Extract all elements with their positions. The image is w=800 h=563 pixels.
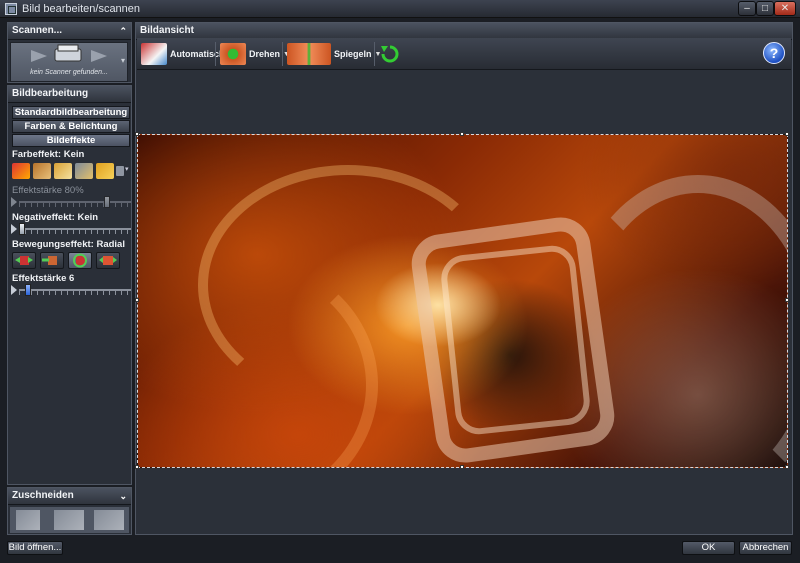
motion-linear-icon	[42, 256, 57, 265]
crop-panel-title: Zuschneiden	[12, 490, 74, 501]
negative-effect-slider[interactable]	[11, 223, 133, 235]
undo-icon	[381, 45, 399, 63]
motion-effect-label: Bewegungseffekt: Radial	[12, 239, 125, 250]
effect-gold-icon[interactable]	[96, 163, 114, 179]
tab-effects[interactable]: Bildeffekte	[12, 134, 130, 147]
crop-tool-2-icon[interactable]	[54, 510, 84, 530]
maximize-button[interactable]: □	[756, 1, 774, 16]
crop-tool-1-icon[interactable]	[16, 510, 40, 530]
effect-cool-icon[interactable]	[75, 163, 93, 179]
mirror-button[interactable]: Spiegeln ▼	[287, 41, 381, 67]
negative-effect-thumb[interactable]	[19, 223, 25, 235]
motion-strength-slider[interactable]	[11, 284, 133, 296]
motion-zoom-icon	[99, 256, 117, 265]
crop-handle-tl[interactable]	[135, 132, 139, 136]
image-swirl-outer	[568, 175, 787, 467]
rotate-button-label: Drehen	[249, 49, 281, 59]
crop-panel: Zuschneiden ⌄	[7, 487, 132, 535]
cancel-button[interactable]: Abbrechen	[739, 541, 792, 555]
motion-zoom-button[interactable]	[96, 252, 120, 269]
effect-sepia-icon[interactable]	[33, 163, 51, 179]
brush-icon[interactable]	[116, 166, 124, 176]
edit-panel: Bildbearbeitung Standardbildbearbeitung …	[7, 85, 132, 485]
auto-enhance-icon	[141, 43, 167, 65]
rotate-button[interactable]: Drehen▼	[220, 41, 290, 67]
mirror-button-label: Spiegeln	[334, 49, 372, 59]
scanner-button[interactable]: kein Scanner gefunden...	[10, 42, 128, 82]
effect-dropdown-icon[interactable]: ▾	[125, 165, 129, 173]
collapse-icon: ⌃	[119, 26, 127, 36]
crop-handle-b[interactable]	[460, 465, 464, 469]
negative-effect-label: Negativeffekt: Kein	[12, 212, 99, 223]
scanner-icon	[31, 44, 107, 62]
mirror-icon	[287, 43, 331, 65]
effect-warm-icon[interactable]	[54, 163, 72, 179]
close-button[interactable]: ✕	[774, 1, 796, 16]
scanner-status: kein Scanner gefunden...	[30, 69, 108, 76]
scan-panel-title: Scannen...	[12, 25, 63, 36]
crop-handle-r[interactable]	[785, 298, 789, 302]
effect-strength-slider[interactable]	[11, 196, 133, 208]
motion-strength-label: Effektstärke 6	[12, 273, 75, 284]
motion-none-button[interactable]	[12, 252, 36, 269]
minimize-button[interactable]: –	[738, 1, 756, 16]
expand-icon: ⌄	[119, 491, 127, 501]
motion-linear-button[interactable]	[40, 252, 64, 269]
crop-handle-t[interactable]	[460, 132, 464, 136]
scanner-dropdown-icon[interactable]: ▾	[121, 56, 125, 65]
ok-button[interactable]: OK	[682, 541, 735, 555]
crop-handle-tr[interactable]	[785, 132, 789, 136]
motion-none-icon	[15, 256, 33, 265]
tab-standard[interactable]: Standardbildbearbeitung	[12, 106, 130, 119]
motion-strength-thumb[interactable]	[25, 284, 31, 296]
crop-handle-bl[interactable]	[135, 465, 139, 469]
motion-radial-icon	[73, 253, 87, 268]
crop-tool-3-icon[interactable]	[94, 510, 124, 530]
open-image-button[interactable]: Bild öffnen...	[7, 541, 63, 555]
app-icon	[5, 3, 17, 15]
auto-button-label: Automatisch	[170, 49, 225, 59]
edit-panel-header: Bildbearbeitung	[8, 86, 131, 103]
effect-strength-thumb[interactable]	[104, 196, 110, 208]
effect-none-icon[interactable]	[12, 163, 30, 179]
title-bar: Bild bearbeiten/scannen – □ ✕	[0, 0, 800, 18]
help-button[interactable]: ?	[763, 42, 785, 64]
crop-handle-br[interactable]	[785, 465, 789, 469]
undo-button[interactable]	[379, 41, 401, 67]
crop-tools	[10, 507, 129, 533]
rotate-icon	[220, 43, 246, 65]
tab-colors[interactable]: Farben & Belichtung	[12, 120, 130, 133]
crop-handle-l[interactable]	[135, 298, 139, 302]
color-effect-label: Farbeffekt: Kein	[12, 149, 85, 160]
window-title: Bild bearbeiten/scannen	[22, 3, 141, 15]
scan-panel-header[interactable]: Scannen... ⌃	[8, 23, 131, 40]
view-toolbar: Automatisch▼ Drehen▼ Spiegeln▼ ?	[137, 38, 791, 70]
motion-radial-button[interactable]	[68, 252, 92, 269]
image-preview[interactable]	[137, 134, 788, 468]
crop-panel-header[interactable]: Zuschneiden ⌄	[8, 488, 131, 505]
effect-strength-label: Effektstärke 80%	[12, 185, 84, 196]
